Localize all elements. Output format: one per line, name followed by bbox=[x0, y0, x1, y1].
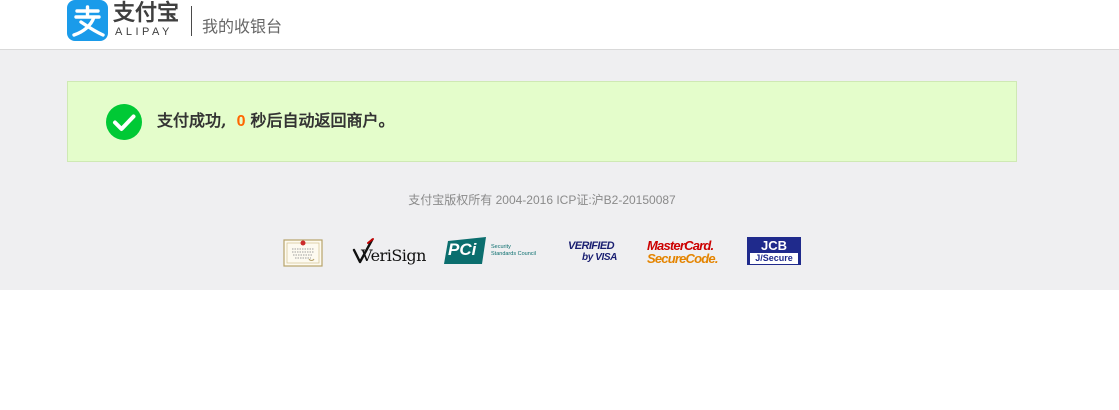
verisign-label: VeriSign bbox=[361, 246, 426, 265]
redirect-countdown: 0 bbox=[236, 113, 246, 130]
security-badges: VeriSign PCi Security Standards Council … bbox=[0, 237, 1119, 269]
copyright-text: 支付宝版权所有 2004-2016 ICP证:沪B2-20150087 bbox=[408, 193, 676, 207]
top-header: 支付宝 ALIPAY 我的收银台 bbox=[0, 0, 1119, 50]
mastercard-line2: SecureCode. bbox=[647, 251, 718, 266]
success-message-suffix: 秒后自动返回商户。 bbox=[250, 111, 395, 130]
header-divider bbox=[191, 6, 192, 36]
verified-by-visa-badge[interactable]: VERIFIED by VISA bbox=[567, 237, 619, 269]
brand-name-en: ALIPAY bbox=[115, 26, 173, 38]
certificate-seal-icon[interactable] bbox=[283, 237, 323, 269]
visa-line2: by VISA bbox=[582, 252, 617, 263]
success-message-prefix: 支付成功, bbox=[157, 111, 227, 130]
verisign-badge[interactable]: VeriSign bbox=[352, 237, 426, 269]
pci-line2: Standards Council bbox=[491, 251, 536, 257]
pci-label: PCi bbox=[448, 240, 477, 259]
page-blank-area bbox=[0, 290, 1119, 410]
pci-badge[interactable]: PCi Security Standards Council bbox=[444, 237, 540, 269]
jcb-line1: JCB bbox=[760, 238, 787, 253]
main-content: 支付成功, 0 秒后自动返回商户。 支付宝版权所有 2004-2016 ICP证:沪… bbox=[0, 50, 1119, 290]
payment-success-panel: 支付成功, 0 秒后自动返回商户。 bbox=[67, 81, 1017, 162]
pci-line1: Security bbox=[491, 244, 511, 250]
success-check-icon bbox=[106, 104, 142, 140]
mastercard-securecode-badge[interactable]: MasterCard. SecureCode. bbox=[646, 237, 720, 269]
brand-name-cn: 支付宝 bbox=[113, 1, 180, 26]
page-subtitle: 我的收银台 bbox=[202, 17, 283, 36]
success-message: 支付成功, 0 秒后自动返回商户。 bbox=[157, 110, 395, 133]
alipay-logo-icon bbox=[67, 0, 108, 41]
visa-line1: VERIFIED bbox=[568, 240, 615, 252]
jcb-line2: J/Secure bbox=[750, 253, 798, 264]
jcb-jsecure-badge[interactable]: JCB J/Secure bbox=[747, 237, 801, 265]
